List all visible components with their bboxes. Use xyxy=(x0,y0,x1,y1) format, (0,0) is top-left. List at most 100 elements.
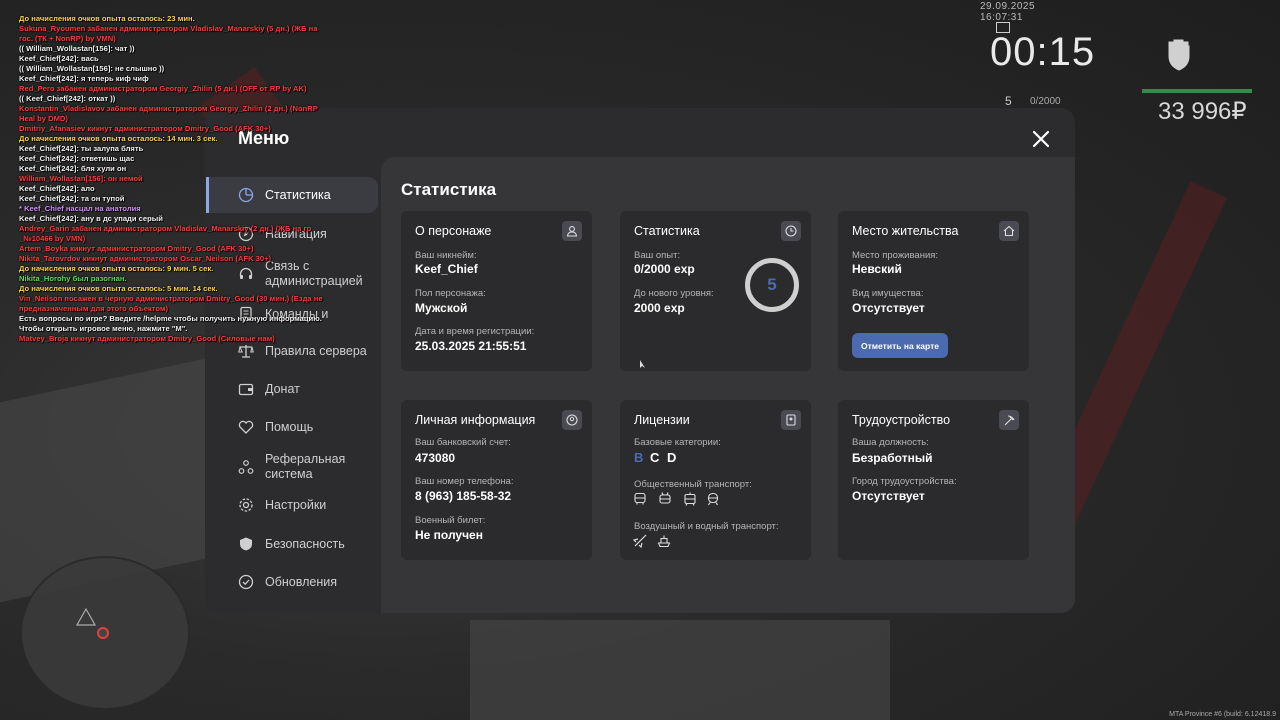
card-title: Трудоустройство xyxy=(852,413,951,427)
employment-city-label: Город трудоустройства: xyxy=(852,476,957,487)
user-icon xyxy=(562,221,582,241)
next-level-label: До нового уровня: xyxy=(634,288,714,299)
account-circle-icon xyxy=(562,410,582,430)
category-d: D xyxy=(667,450,677,465)
chat-line: Heal by DMD) xyxy=(19,114,68,123)
card-title: Личная информация xyxy=(415,413,536,427)
hud-health-bar xyxy=(1142,89,1252,93)
sidebar-item-donate[interactable]: Донат xyxy=(206,371,375,407)
mouse-cursor-icon xyxy=(640,360,645,368)
gender-label: Пол персонажа: xyxy=(415,288,486,299)
chat-line: Vin_Neilson посажен в черную администрат… xyxy=(19,294,323,303)
sidebar-item-referral[interactable]: Реферальная система xyxy=(206,449,375,485)
sidebar-item-settings[interactable]: Настройки xyxy=(206,487,375,523)
chat-line: Keef_Chief[242]: я теперь киф чиф xyxy=(19,74,149,83)
chat-line: Keef_Chief[242]: ответишь щас xyxy=(19,154,135,163)
chat-line: * Keef_Chief насцал на анатолия xyxy=(19,204,141,213)
card-character: О персонаже Ваш никнейм: Keef_Chief Пол … xyxy=(401,211,592,371)
position-value: Безработный xyxy=(852,451,933,465)
chat-line: Nikita_Tarovrdov кикнут администратором … xyxy=(19,254,272,263)
chat-line: Artem_Boyka кикнут администратором Dmitr… xyxy=(19,244,254,253)
trolleybus-icon xyxy=(659,492,671,504)
chat-line: Чтобы открыть игровое меню, нажмите "M". xyxy=(19,324,188,333)
chat-line: Andrey_Garin забанен администратором Vla… xyxy=(19,224,312,233)
card-personal: Личная информация Ваш банковский счет: 4… xyxy=(401,400,592,560)
chat-line: (( William_Wollastan[156]: чат )) xyxy=(19,44,135,53)
bank-value: 473080 xyxy=(415,451,456,465)
sidebar-item-label: Помощь xyxy=(265,419,314,434)
residence-value: Невский xyxy=(852,262,902,276)
phone-value: 8 (963) 185-58-32 xyxy=(415,489,512,503)
hud-level: 5 xyxy=(1005,94,1012,108)
chat-line: До начисления очков опыта осталось: 9 ми… xyxy=(19,264,214,273)
phone-label: Ваш номер телефона: xyxy=(415,476,514,487)
chat-log: До начисления очков опыта осталось: 23 м… xyxy=(19,14,339,344)
gear-icon xyxy=(239,498,253,512)
id-card-icon xyxy=(781,410,801,430)
chat-line: (( Keef_Chief[242]: откат )) xyxy=(19,94,116,103)
chat-line: Keef_Chief[242]: ты залупа блять xyxy=(19,144,144,153)
sidebar-item-label: Настройки xyxy=(265,497,327,512)
sidebar-item-security[interactable]: Безопасность xyxy=(206,526,375,562)
referral-icon xyxy=(238,460,254,474)
military-value: Не получен xyxy=(415,528,483,542)
wallet-icon xyxy=(238,383,254,396)
mark-on-map-button[interactable]: Отметить на карте xyxy=(852,333,948,358)
metro-icon xyxy=(707,492,719,506)
bus-icon xyxy=(634,492,646,505)
card-licenses: Лицензии Базовые категории: B C D Общест… xyxy=(620,400,811,560)
position-label: Ваша должность: xyxy=(852,437,929,448)
chat-line: Keef_Chief[242]: та он тупой xyxy=(19,194,125,203)
chat-line: Dmitriy_Afanasiev кикнут администратором… xyxy=(19,124,271,133)
waypoint-marker xyxy=(97,627,109,639)
category-b: B xyxy=(634,450,644,465)
chat-line: До начисления очков опыта осталось: 14 м… xyxy=(19,134,218,143)
chat-line: Есть вопросы по игре? Введите /helpme чт… xyxy=(19,314,322,323)
page-title: Статистика xyxy=(401,180,497,199)
gender-value: Мужской xyxy=(415,301,468,315)
chat-line: предназначенным для этого объектом) xyxy=(19,304,169,313)
residence-label: Место проживания: xyxy=(852,250,939,261)
chat-line: Keef_Chief[242]: бля хули он xyxy=(19,164,127,173)
card-employment: Трудоустройство Ваша должность: Безработ… xyxy=(838,400,1029,560)
sidebar-item-help[interactable]: Помощь xyxy=(206,409,375,445)
scene-ground xyxy=(470,620,890,720)
next-level-value: 2000 exp xyxy=(634,301,685,315)
sidebar-item-label: Обновления xyxy=(265,574,337,589)
chat-line: Keef_Chief[242]: вась xyxy=(19,54,99,63)
chat-line: До начисления очков опыта осталось: 5 ми… xyxy=(19,284,218,293)
chat-line: Nikita_Horohy был разогнан. xyxy=(19,274,127,283)
card-title: Место жительства xyxy=(852,224,959,238)
property-label: Вид имущества: xyxy=(852,288,924,299)
refresh-check-icon xyxy=(238,574,254,590)
boat-icon xyxy=(657,535,671,548)
hud-exp: 0/2000 xyxy=(1030,96,1061,107)
card-stats: Статистика Ваш опыт: 0/2000 exp До новог… xyxy=(620,211,811,371)
registration-value: 25.03.2025 21:55:51 xyxy=(415,339,527,353)
close-icon[interactable] xyxy=(1028,126,1054,152)
sidebar-item-label: Реферальная система xyxy=(265,452,346,481)
player-arrow-icon xyxy=(76,608,96,626)
card-residence: Место жительства Место проживания: Невск… xyxy=(838,211,1029,371)
chat-line: Keef_Chief[242]: ало xyxy=(19,184,95,193)
tram-icon xyxy=(684,492,696,506)
chat-line: Keef_Chief[242]: ану в дс упади серый xyxy=(19,214,163,223)
sidebar-item-updates[interactable]: Обновления xyxy=(206,564,375,600)
registration-label: Дата и время регистрации: xyxy=(415,326,535,337)
build-info: MTA Province #6 (build: 6.12418.9 xyxy=(1169,711,1276,718)
chat-line: Konstantin_Vladislavov забанен администр… xyxy=(19,104,318,113)
hud-datetime: 29.09.2025 16:07:31 xyxy=(980,1,1036,23)
hud-timer: 00:15 xyxy=(990,30,1096,74)
exp-value: 0/2000 exp xyxy=(634,262,695,276)
card-title: О персонаже xyxy=(415,224,492,238)
pickaxe-icon xyxy=(999,410,1019,430)
sidebar-item-label: Донат xyxy=(265,381,300,396)
chat-line: Matvey_Broja кикнут администратором Dmit… xyxy=(19,334,275,343)
chat-line: William_Wollastan[156]: он немой xyxy=(19,174,143,183)
military-label: Военный билет: xyxy=(415,515,486,526)
public-transport-label: Общественный транспорт: xyxy=(634,479,752,490)
hud-money: 33 996₽ xyxy=(1158,98,1247,125)
employment-city-value: Отсутствует xyxy=(852,489,925,503)
level-badge: 5 xyxy=(745,258,799,312)
fist-icon xyxy=(1168,39,1190,71)
